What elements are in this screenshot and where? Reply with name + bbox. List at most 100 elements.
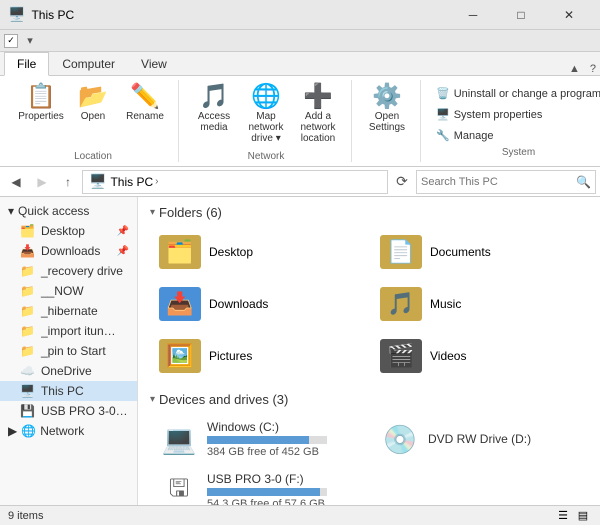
sidebar-item-pin-start[interactable]: 📁 _pin to Start — [0, 341, 137, 361]
devices-chevron: ▾ — [150, 394, 155, 405]
downloads-pin: 📌 — [117, 246, 129, 257]
properties-icon: 📋 — [26, 85, 56, 109]
recovery-icon: 📁 — [20, 264, 35, 278]
open-icon: 📂 — [78, 85, 108, 109]
sys-props-button[interactable]: 🖥️ System properties — [431, 105, 600, 124]
onedrive-label: OneDrive — [41, 364, 92, 378]
drives-list: 💻 Windows (C:) 384 GB free of 452 GB 💿 D… — [150, 415, 588, 505]
search-box[interactable]: 🔍 — [416, 170, 596, 194]
sidebar-section-quick-access[interactable]: ▾ Quick access — [0, 201, 137, 221]
ribbon-group-location: 📋 Properties 📂 Open ✏️ Rename Location — [8, 80, 179, 162]
window-title: This PC — [31, 8, 450, 22]
devices-section-header[interactable]: ▾ Devices and drives (3) — [150, 392, 588, 407]
sidebar-item-now[interactable]: 📁 __NOW — [0, 281, 137, 301]
properties-button[interactable]: 📋 Properties — [16, 80, 66, 125]
rename-label: Rename — [126, 111, 164, 122]
minimize-button[interactable]: ─ — [450, 0, 496, 30]
access-media-icon: 🎵 — [199, 85, 229, 109]
usb-icon: 💾 — [20, 404, 35, 418]
music-folder-label: Music — [430, 297, 461, 311]
recovery-label: _recovery drive — [41, 264, 123, 278]
music-thumb: 🎵 — [380, 287, 422, 321]
sidebar-item-desktop[interactable]: 🗂️ Desktop 📌 — [0, 221, 137, 241]
map-network-button[interactable]: 🌐 Map networkdrive ▾ — [241, 80, 291, 147]
help-button[interactable]: ? — [586, 63, 600, 75]
quick-access-toolbar: ✓ ▾ — [0, 30, 600, 52]
access-media-button[interactable]: 🎵 Accessmedia — [189, 80, 239, 136]
usb-label: USB PRO 3-0 (F:) — [41, 404, 129, 418]
ribbon-collapse-button[interactable]: ▲ — [563, 63, 586, 75]
drive-item-dvd[interactable]: 💿 DVD RW Drive (D:) — [371, 415, 588, 463]
drive-item-windows[interactable]: 💻 Windows (C:) 384 GB free of 452 GB — [150, 415, 367, 463]
tab-file[interactable]: File — [4, 52, 49, 76]
maximize-button[interactable]: □ — [498, 0, 544, 30]
folder-item-music[interactable]: 🎵 Music — [371, 280, 588, 328]
pictures-thumb: 🖼️ — [159, 339, 201, 373]
sidebar-item-usb[interactable]: 💾 USB PRO 3-0 (F:) — [0, 401, 137, 421]
sidebar-item-onedrive[interactable]: ☁️ OneDrive — [0, 361, 137, 381]
folder-item-downloads[interactable]: 📥 Downloads — [150, 280, 367, 328]
folder-item-videos[interactable]: 🎬 Videos — [371, 332, 588, 380]
sidebar-item-downloads[interactable]: 📥 Downloads 📌 — [0, 241, 137, 261]
this-pc-icon: 🖥️ — [20, 384, 35, 398]
folders-label: Folders (6) — [159, 205, 222, 220]
quick-access-label: Quick access — [18, 204, 89, 218]
settings-buttons: ⚙️ OpenSettings — [362, 80, 412, 147]
desktop-folder-label: Desktop — [209, 245, 253, 259]
qa-down-arrow[interactable]: ▾ — [20, 31, 40, 51]
downloads-folder-label: Downloads — [209, 297, 268, 311]
videos-thumb: 🎬 — [380, 339, 422, 373]
up-button[interactable]: ↑ — [56, 170, 80, 194]
usb-drive-name: USB PRO 3-0 (F:) — [207, 472, 360, 486]
back-button[interactable]: ◀ — [4, 170, 28, 194]
location-label: Location — [74, 149, 112, 162]
folders-section-header[interactable]: ▾ Folders (6) — [150, 205, 588, 220]
windows-drive-name: Windows (C:) — [207, 420, 358, 434]
onedrive-icon: ☁️ — [20, 364, 35, 378]
rename-button[interactable]: ✏️ Rename — [120, 80, 170, 125]
import-icon: 📁 — [20, 324, 35, 338]
now-icon: 📁 — [20, 284, 35, 298]
folders-chevron: ▾ — [150, 207, 155, 218]
open-settings-button[interactable]: ⚙️ OpenSettings — [362, 80, 412, 136]
address-path[interactable]: 🖥️ This PC › — [82, 170, 388, 194]
manage-icon: 🔧 — [436, 129, 450, 142]
documents-thumb: 📄 — [380, 235, 422, 269]
uninstall-button[interactable]: 🗑️ Uninstall or change a program — [431, 84, 600, 103]
add-network-icon: ➕ — [303, 85, 333, 109]
refresh-button[interactable]: ⟳ — [390, 170, 414, 194]
tab-view[interactable]: View — [128, 52, 180, 75]
view-details-button[interactable]: ▤ — [574, 507, 592, 525]
sidebar-item-recovery[interactable]: 📁 _recovery drive — [0, 261, 137, 281]
quick-access-chevron: ▾ — [8, 204, 14, 218]
network-label: Network — [40, 424, 84, 438]
folder-item-desktop[interactable]: 🗂️ Desktop — [150, 228, 367, 276]
ribbon-tabs: File Computer View ▲ ? — [0, 52, 600, 76]
pin-start-icon: 📁 — [20, 344, 35, 358]
forward-button[interactable]: ▶ — [30, 170, 54, 194]
add-network-button[interactable]: ➕ Add a networklocation — [293, 80, 343, 147]
windows-drive-fill — [207, 436, 309, 444]
drives-row-1: 💻 Windows (C:) 384 GB free of 452 GB 💿 D… — [150, 415, 588, 463]
add-network-label: Add a networklocation — [296, 111, 340, 144]
folder-item-documents[interactable]: 📄 Documents — [371, 228, 588, 276]
tab-computer[interactable]: Computer — [49, 52, 128, 75]
search-input[interactable] — [421, 176, 576, 188]
drive-item-usb[interactable]: 🖫 USB PRO 3-0 (F:) 54.3 GB free of 57.6 … — [150, 467, 369, 505]
sidebar-item-this-pc[interactable]: 🖥️ This PC — [0, 381, 137, 401]
close-button[interactable]: ✕ — [546, 0, 592, 30]
hibernate-icon: 📁 — [20, 304, 35, 318]
sys-props-icon: 🖥️ — [436, 108, 450, 121]
downloads-icon: 📥 — [20, 244, 35, 258]
usb-drive-fill — [207, 488, 320, 496]
window-icon: 🖥️ — [8, 6, 25, 23]
sidebar-item-network[interactable]: ▶ 🌐 Network — [0, 421, 137, 441]
view-list-button[interactable]: ☰ — [554, 507, 572, 525]
sidebar-item-hibernate[interactable]: 📁 _hibernate — [0, 301, 137, 321]
manage-button[interactable]: 🔧 Manage — [431, 126, 600, 145]
title-bar: 🖥️ This PC ─ □ ✕ — [0, 0, 600, 30]
sidebar: ▾ Quick access 🗂️ Desktop 📌 📥 Downloads … — [0, 197, 138, 505]
open-button[interactable]: 📂 Open — [68, 80, 118, 125]
sidebar-item-import-itunes[interactable]: 📁 _import itunes groo — [0, 321, 137, 341]
folder-item-pictures[interactable]: 🖼️ Pictures — [150, 332, 367, 380]
